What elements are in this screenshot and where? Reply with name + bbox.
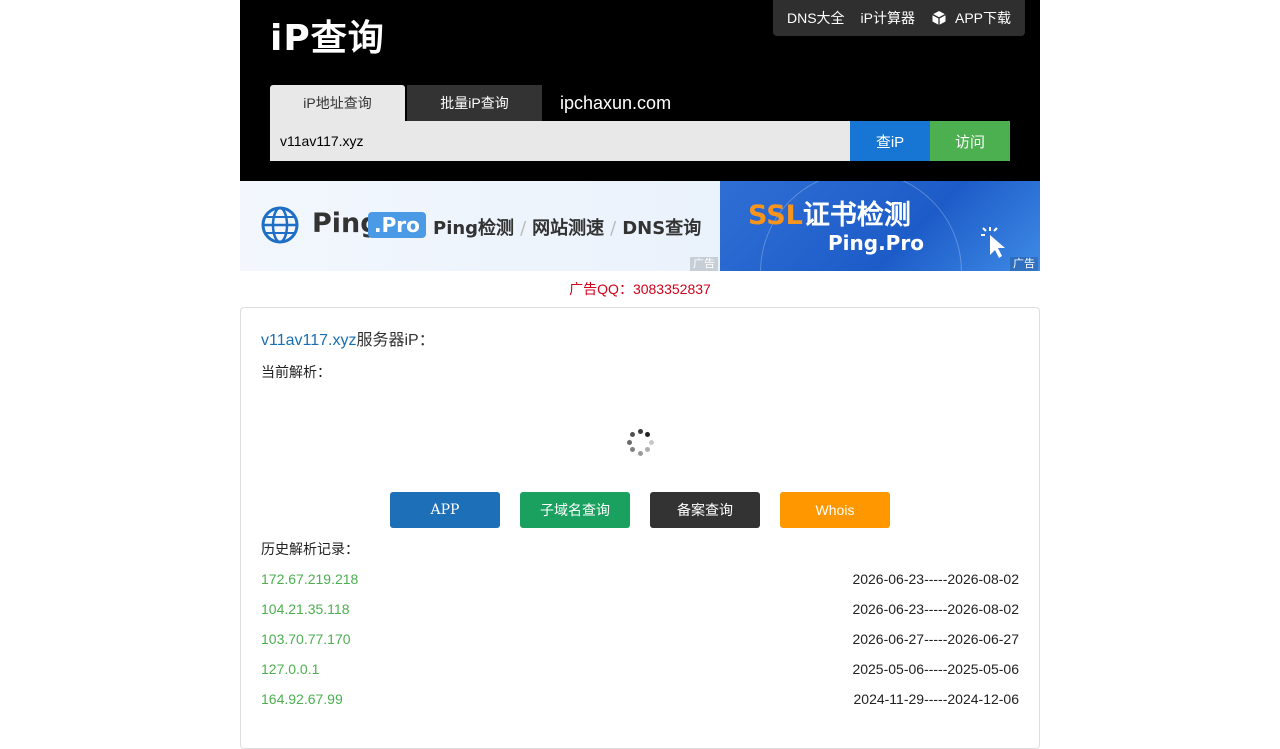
- ad-banner-row: Ping .Pro Ping检测 / 网站测速 / DNS查询 广告 SSL证书检测 P…: [240, 181, 1040, 271]
- cursor-click-icon: [981, 227, 1005, 258]
- history-row: 127.0.0.1 2025-05-06-----2025-05-06: [261, 654, 1019, 684]
- history-row: 172.67.219.218 2026-06-23-----2026-08-02: [261, 564, 1019, 594]
- current-resolution-label: 当前解析：: [261, 364, 331, 380]
- whois-button[interactable]: Whois: [780, 492, 890, 528]
- page-container: iP查询 DNS大全 iP计算器 APP下载 iP地址查询 批量iP查询 ipc…: [240, 0, 1040, 749]
- site-logo[interactable]: iP查询: [270, 17, 385, 61]
- cube-icon: [932, 11, 946, 25]
- ping-pro-ad[interactable]: Ping .Pro Ping检测 / 网站测速 / DNS查询 广告: [240, 181, 720, 271]
- site-domain: ipchaxun.com: [560, 93, 672, 113]
- nav-app-download-label: APP下载: [954, 10, 1011, 26]
- result-card: v11av117.xyz服务器iP： 当前解析： APP 子域名查询 备案查询 …: [240, 307, 1040, 749]
- history-date-range: 2026-06-23-----2026-08-02: [852, 601, 1019, 617]
- history-ip-link[interactable]: 104.21.35.118: [261, 594, 350, 624]
- spinner-dot: [629, 431, 635, 437]
- history-row: 104.21.35.118 2026-06-23-----2026-08-02: [261, 594, 1019, 624]
- icp-record-query-button[interactable]: 备案查询: [650, 492, 760, 528]
- ad-tag: 广告: [1010, 257, 1038, 271]
- query-ip-button[interactable]: 查iP: [850, 121, 930, 161]
- history-date-range: 2026-06-23-----2026-08-02: [852, 571, 1019, 587]
- search-input[interactable]: [270, 121, 850, 161]
- ssl-ad-subtitle: Ping.Pro: [828, 231, 924, 255]
- header: iP查询 DNS大全 iP计算器 APP下载 iP地址查询 批量iP查询 ipc…: [240, 0, 1040, 181]
- subdomain-query-button[interactable]: 子域名查询: [520, 492, 630, 528]
- history-row: 103.70.77.170 2026-06-27-----2026-06-27: [261, 624, 1019, 654]
- tab-ip-lookup[interactable]: iP地址查询: [270, 85, 405, 121]
- nav-ip-calculator-link[interactable]: iP计算器: [861, 8, 915, 28]
- loading-spinner-icon: [624, 426, 656, 458]
- tab-batch-ip-lookup[interactable]: 批量iP查询: [407, 85, 542, 121]
- spinner-dot: [648, 439, 654, 445]
- history-ip-link[interactable]: 127.0.0.1: [261, 654, 319, 684]
- ssl-ad-title: SSL证书检测: [748, 200, 911, 231]
- result-title-suffix: 服务器iP：: [356, 332, 435, 349]
- history-date-range: 2024-11-29-----2024-12-06: [853, 691, 1020, 707]
- ad-tag: 广告: [690, 257, 718, 271]
- globe-icon: [261, 206, 299, 244]
- history-date-range: 2026-06-27-----2026-06-27: [852, 631, 1019, 647]
- feature-ping: Ping检测: [433, 218, 515, 239]
- spinner-dot: [637, 450, 643, 456]
- spinner-dot: [637, 428, 643, 434]
- search-bar: 查iP 访问: [270, 121, 1010, 161]
- feature-dns: DNS查询: [622, 218, 702, 239]
- history-label: 历史解析记录：: [261, 541, 359, 557]
- spinner-dot: [629, 447, 635, 453]
- result-title: v11av117.xyz服务器iP：: [261, 331, 1019, 351]
- result-domain-link[interactable]: v11av117.xyz: [261, 332, 356, 349]
- history-ip-link[interactable]: 164.92.67.99: [261, 684, 343, 714]
- history-row: 164.92.67.99 2024-11-29-----2024-12-06: [261, 684, 1019, 714]
- feature-speed: 网站测速: [532, 218, 605, 239]
- history-ip-link[interactable]: 103.70.77.170: [261, 624, 351, 654]
- ssl-check-ad[interactable]: SSL证书检测 Ping.Pro 广告: [720, 181, 1040, 271]
- spinner-dot: [645, 447, 651, 453]
- history-date-range: 2025-05-06-----2025-05-06: [852, 661, 1019, 677]
- ad-features: Ping检测 / 网站测速 / DNS查询: [433, 218, 702, 239]
- ad-contact-qq: 广告QQ：3083352837: [569, 281, 711, 297]
- pro-badge: .Pro: [368, 212, 426, 238]
- nav-app-download-link[interactable]: APP下载: [931, 8, 1011, 28]
- history-list: 172.67.219.218 2026-06-23-----2026-08-02 1…: [261, 564, 1019, 714]
- spinner-dot: [645, 431, 651, 437]
- nav-dns-link[interactable]: DNS大全: [787, 8, 845, 28]
- history-ip-link[interactable]: 172.67.219.218: [261, 564, 358, 594]
- search-tabs: iP地址查询 批量iP查询 ipchaxun.com: [270, 85, 671, 121]
- app-button[interactable]: APP: [390, 492, 500, 528]
- visit-button[interactable]: 访问: [930, 121, 1010, 161]
- spinner-dot: [626, 439, 632, 445]
- top-nav: DNS大全 iP计算器 APP下载: [772, 0, 1025, 36]
- action-buttons: APP 子域名查询 备案查询 Whois: [261, 492, 1019, 528]
